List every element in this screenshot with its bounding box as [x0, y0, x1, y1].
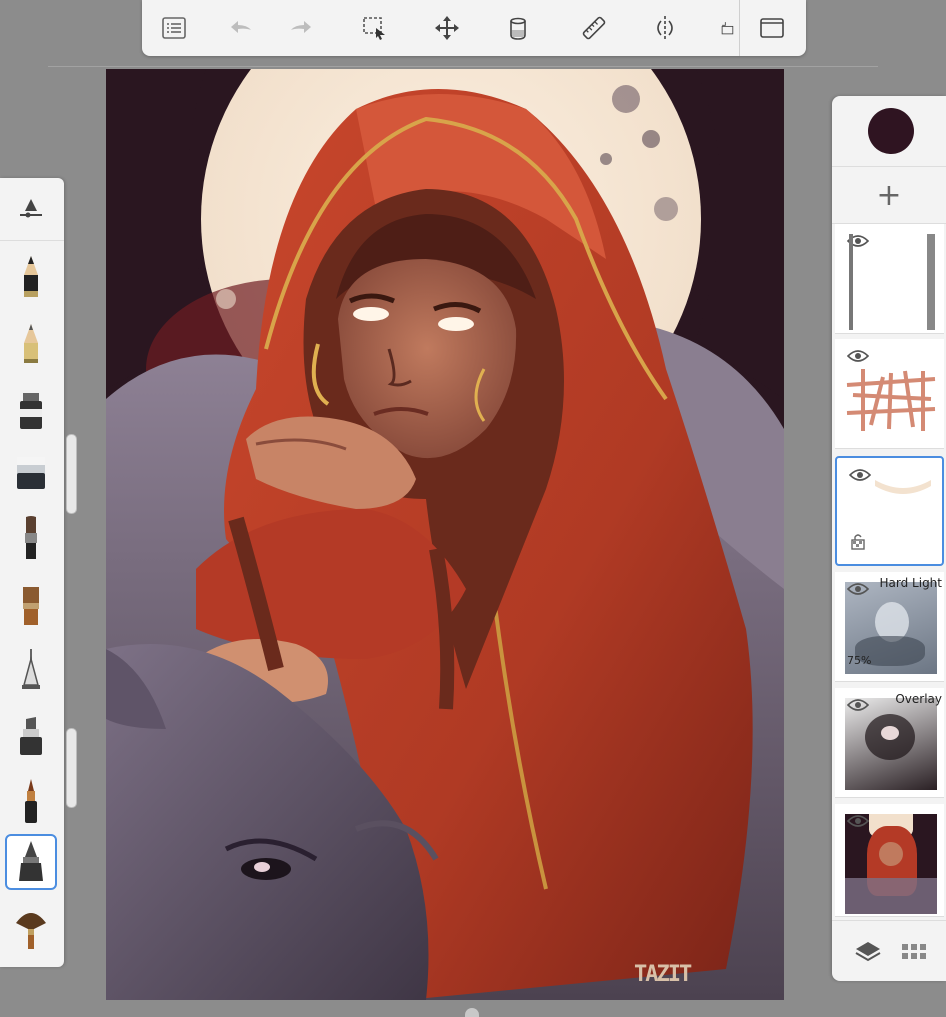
- layer-thumbnail-4[interactable]: Hard Light 75%: [835, 572, 944, 682]
- layer-thumbnail-2[interactable]: [835, 339, 944, 449]
- selection-icon[interactable]: [354, 8, 394, 48]
- top-toolbar: [142, 0, 806, 56]
- brush-scroll-handle-top[interactable]: [66, 434, 77, 514]
- layer-panel: + Hard Light 75% Overlay: [832, 96, 946, 981]
- eye-icon[interactable]: [847, 349, 869, 363]
- layer-5-blend-mode[interactable]: Overlay: [895, 692, 942, 706]
- transform-icon[interactable]: [427, 8, 467, 48]
- layers-icon[interactable]: [854, 937, 882, 965]
- layer-4-blend-mode[interactable]: Hard Light: [880, 576, 942, 590]
- fan-brush-icon[interactable]: [5, 900, 57, 956]
- chisel-marker-icon[interactable]: [5, 708, 57, 764]
- airbrush-icon[interactable]: [5, 642, 57, 698]
- layer-2-preview: [846, 369, 936, 431]
- layer-thumbnail-6[interactable]: [835, 804, 944, 917]
- grid-icon[interactable]: [900, 937, 928, 965]
- paint-brush-icon[interactable]: [5, 510, 57, 566]
- brush-panel-divider: [0, 240, 64, 241]
- layer-thumbnail-1[interactable]: [835, 224, 944, 334]
- layer-6-preview: [845, 814, 937, 914]
- brush-scroll-handle-bottom[interactable]: [66, 728, 77, 808]
- hard-pencil-icon[interactable]: [5, 316, 57, 372]
- artist-signature: TAZIT: [634, 962, 692, 987]
- ruler-icon[interactable]: [574, 8, 614, 48]
- ink-pen-icon[interactable]: [5, 774, 57, 830]
- toolbar-separator: [739, 0, 740, 56]
- add-layer-button[interactable]: +: [832, 166, 946, 224]
- pencil-icon[interactable]: [5, 250, 57, 306]
- artwork: TAZIT: [106, 69, 784, 1000]
- brush-panel: [0, 178, 77, 967]
- fullscreen-icon[interactable]: [752, 8, 792, 48]
- layer-thumbnail-3[interactable]: [835, 456, 944, 566]
- workspace-divider: [48, 66, 878, 67]
- eraser-icon[interactable]: [5, 444, 57, 500]
- smudge-brush-icon[interactable]: [5, 834, 57, 890]
- eye-icon[interactable]: [847, 698, 869, 712]
- eye-icon[interactable]: [849, 468, 871, 482]
- marker-icon[interactable]: [5, 382, 57, 438]
- layer-3-preview: [875, 480, 931, 494]
- layer-1-preview: [849, 234, 853, 330]
- eye-icon[interactable]: [847, 814, 869, 828]
- list-icon[interactable]: [154, 8, 194, 48]
- drawing-canvas[interactable]: TAZIT: [106, 69, 784, 1000]
- undo-icon[interactable]: [220, 8, 260, 48]
- layer-thumbnail-5[interactable]: Overlay: [835, 688, 944, 798]
- fill-bucket-icon[interactable]: [498, 8, 538, 48]
- layer-panel-footer: [832, 920, 946, 981]
- bottom-handle[interactable]: [465, 1008, 479, 1017]
- layer-4-opacity[interactable]: 75%: [847, 654, 871, 667]
- symmetry-icon[interactable]: [645, 8, 685, 48]
- lock-alpha-icon[interactable]: [849, 532, 867, 550]
- redo-icon[interactable]: [282, 8, 322, 48]
- current-color-swatch[interactable]: [868, 108, 914, 154]
- plus-icon: +: [876, 177, 902, 213]
- brush-settings-icon[interactable]: [5, 182, 57, 238]
- flat-brush-icon[interactable]: [5, 578, 57, 634]
- crop-icon[interactable]: [714, 8, 736, 48]
- layer-1-preview-bar: [927, 234, 935, 330]
- eye-icon[interactable]: [847, 582, 869, 596]
